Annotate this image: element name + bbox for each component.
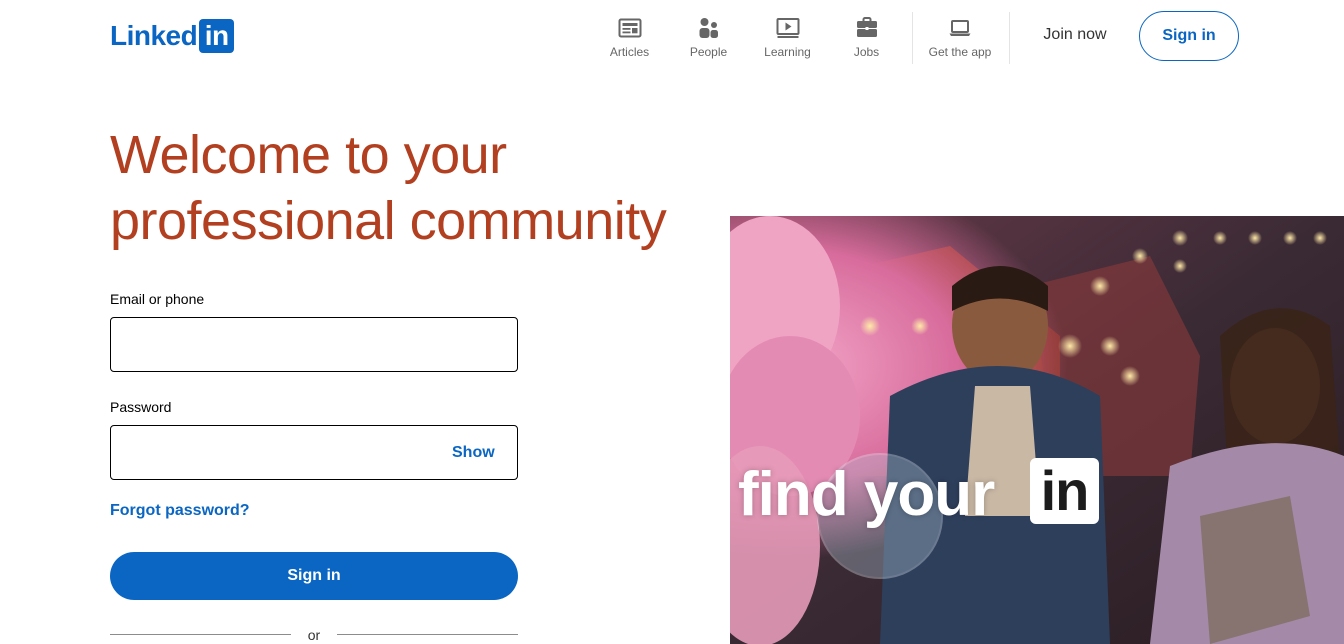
headline-line-2: professional community	[110, 191, 667, 251]
nav-label-people: People	[689, 45, 728, 59]
top-header: Linked in Articles People Learning Jobs …	[0, 0, 1344, 72]
nav-divider	[1009, 12, 1010, 64]
nav-divider	[912, 12, 913, 64]
nav-item-jobs[interactable]: Jobs	[827, 12, 906, 62]
nav-item-articles[interactable]: Articles	[590, 12, 669, 62]
nav-item-learning[interactable]: Learning	[748, 12, 827, 62]
header-sign-in-button[interactable]: Sign in	[1139, 11, 1239, 61]
people-icon	[699, 18, 718, 38]
join-now-link[interactable]: Join now	[1020, 14, 1130, 56]
or-label: or	[307, 627, 321, 643]
jobs-icon	[856, 17, 877, 37]
in-logo-badge: in	[1030, 458, 1099, 524]
nav-label-learning: Learning	[764, 45, 811, 59]
logo-wordmark: Linked	[110, 20, 198, 51]
page-headline: Welcome to your professional community	[110, 122, 730, 254]
password-label: Password	[110, 399, 172, 415]
hero-photo-illustration	[730, 216, 1344, 644]
top-nav: Articles People Learning Jobs Get the ap…	[590, 12, 1016, 64]
or-divider-right	[337, 634, 518, 635]
linkedin-logo[interactable]: Linked in	[110, 19, 235, 53]
email-label: Email or phone	[110, 291, 205, 307]
hero-image: find your in	[730, 216, 1344, 644]
logo-in-box: in	[199, 19, 235, 53]
or-divider-left	[110, 634, 291, 635]
sign-in-button[interactable]: Sign in	[110, 552, 518, 600]
learning-icon	[776, 18, 799, 38]
email-field[interactable]	[110, 317, 518, 372]
laptop-icon	[949, 20, 971, 36]
headline-line-1: Welcome to your	[110, 125, 507, 185]
nav-label-get-app: Get the app	[928, 45, 992, 59]
nav-item-people[interactable]: People	[669, 12, 748, 62]
forgot-password-link[interactable]: Forgot password?	[110, 500, 250, 522]
articles-icon	[618, 18, 641, 38]
nav-label-jobs: Jobs	[853, 45, 880, 59]
nav-label-articles: Articles	[609, 45, 650, 59]
show-password-button[interactable]: Show	[452, 441, 495, 465]
nav-item-get-app[interactable]: Get the app	[917, 12, 1003, 62]
find-your-overlay-text: find your	[738, 460, 995, 529]
